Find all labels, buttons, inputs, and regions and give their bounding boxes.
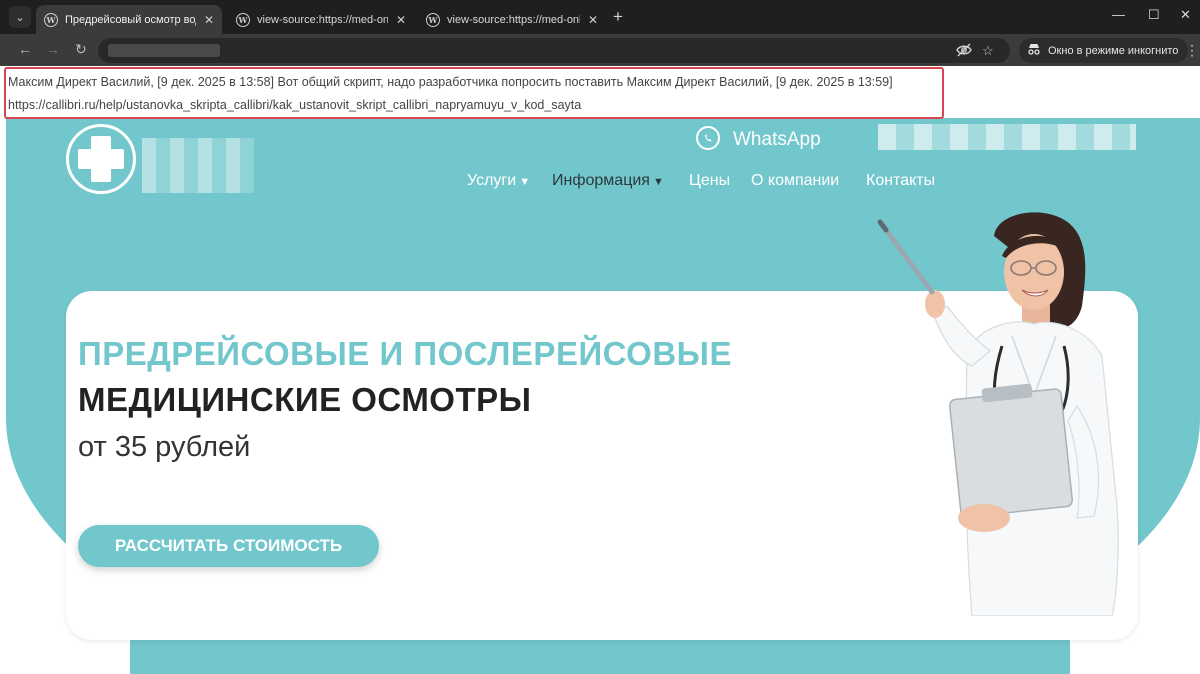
chevron-down-icon: ▼ bbox=[519, 176, 531, 188]
nav-item-label: Услуги bbox=[467, 172, 517, 189]
nav-item-services[interactable]: Услуги ▼ bbox=[467, 172, 530, 190]
whatsapp-icon bbox=[696, 126, 720, 150]
note-link-line-2[interactable]: https://callibri.ru/help/ustanovka_skrip… bbox=[8, 98, 581, 112]
browser-tab-strip: ⌄ W Предрейсовый осмотр водит ✕ W view-s… bbox=[0, 0, 1200, 34]
hero-price: от 35 рублей bbox=[78, 431, 251, 463]
star-icon[interactable]: ☆ bbox=[982, 43, 994, 59]
close-icon[interactable]: ✕ bbox=[204, 13, 214, 27]
tab-3[interactable]: W view-source:https://med-online ✕ bbox=[418, 5, 606, 34]
nav-item-about[interactable]: О компании bbox=[751, 172, 839, 190]
wordpress-icon: W bbox=[44, 12, 58, 27]
nav-item-contacts[interactable]: Контакты bbox=[866, 172, 935, 190]
whatsapp-label: WhatsApp bbox=[733, 129, 821, 150]
tab-title: Предрейсовый осмотр водит bbox=[65, 13, 196, 26]
calculate-cost-button[interactable]: РАССЧИТАТЬ СТОИМОСТЬ bbox=[78, 525, 379, 567]
browser-toolbar: ← → ↻ ☆ Окно в режиме инкогнито ⋮ bbox=[0, 34, 1200, 66]
blurred-phone[interactable] bbox=[878, 124, 1136, 150]
page-viewport: Максим Директ Василий, [9 дек. 2025 в 13… bbox=[0, 66, 1200, 674]
minimize-button[interactable]: — bbox=[1112, 7, 1125, 22]
nav-item-prices[interactable]: Цены bbox=[689, 172, 730, 190]
blurred-url bbox=[108, 44, 220, 57]
incognito-label: Окно в режиме инкогнито bbox=[1048, 44, 1179, 57]
hero-title-line-1: ПРЕДРЕЙСОВЫЕ И ПОСЛЕРЕЙСОВЫЕ bbox=[78, 335, 733, 372]
address-bar[interactable]: ☆ bbox=[98, 38, 1010, 63]
tab-title: view-source:https://med-online bbox=[257, 13, 388, 26]
chevron-down-icon: ▼ bbox=[652, 176, 664, 188]
pasted-note: Максим Директ Василий, [9 дек. 2025 в 13… bbox=[0, 66, 1200, 119]
forward-button[interactable]: → bbox=[46, 41, 60, 57]
tab-title: view-source:https://med-online bbox=[447, 13, 580, 26]
browser-menu-icon[interactable]: ⋮ bbox=[1185, 42, 1199, 59]
tab-2[interactable]: W view-source:https://med-online ✕ bbox=[228, 5, 414, 34]
tab-search-button[interactable]: ⌄ bbox=[9, 6, 31, 28]
incognito-icon bbox=[1027, 43, 1041, 58]
wordpress-icon: W bbox=[236, 12, 250, 27]
reload-button[interactable]: ↻ bbox=[75, 41, 87, 58]
doctor-illustration bbox=[877, 212, 1119, 616]
tab-1[interactable]: W Предрейсовый осмотр водит ✕ bbox=[36, 5, 222, 34]
incognito-badge[interactable]: Окно в режиме инкогнито bbox=[1019, 38, 1189, 63]
maximize-button[interactable]: ☐ bbox=[1148, 7, 1160, 23]
new-tab-button[interactable]: + bbox=[613, 7, 623, 27]
hero-title-line-2: МЕДИЦИНСКИЕ ОСМОТРЫ bbox=[78, 381, 532, 418]
cross-icon-bar bbox=[78, 149, 124, 169]
blurred-logo-text bbox=[142, 138, 254, 193]
nav-item-information[interactable]: Информация ▼ bbox=[552, 172, 664, 190]
close-icon[interactable]: ✕ bbox=[588, 13, 598, 27]
nav-item-label: Информация bbox=[552, 172, 650, 189]
wordpress-icon: W bbox=[426, 12, 440, 27]
eye-off-icon[interactable] bbox=[956, 43, 972, 57]
back-button[interactable]: ← bbox=[18, 41, 32, 57]
close-window-button[interactable]: ✕ bbox=[1180, 7, 1191, 23]
note-text-line-1: Максим Директ Василий, [9 дек. 2025 в 13… bbox=[8, 75, 893, 89]
close-icon[interactable]: ✕ bbox=[396, 13, 406, 27]
